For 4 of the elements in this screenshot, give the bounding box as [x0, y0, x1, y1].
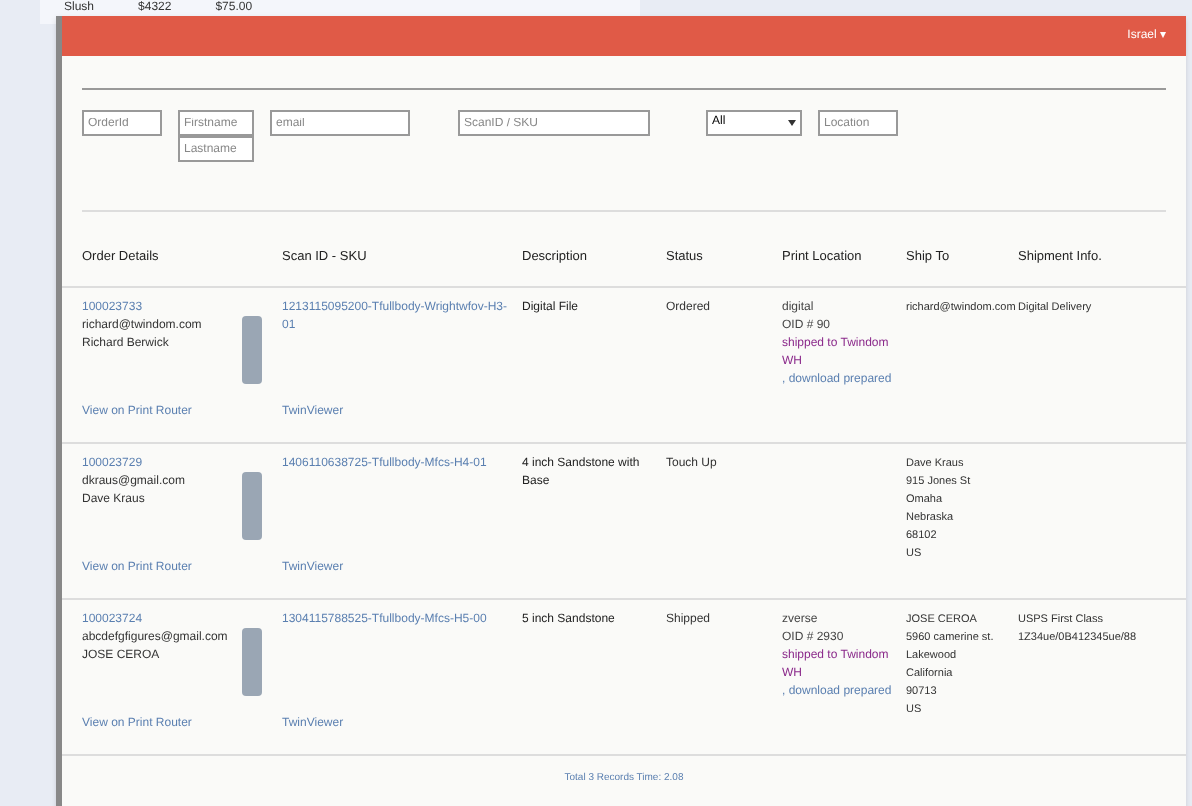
caret-icon [788, 120, 796, 126]
figurine-photo-placeholder [242, 628, 262, 696]
figurine-photo-placeholder [242, 472, 262, 540]
figurine-photo-placeholder [242, 316, 262, 384]
